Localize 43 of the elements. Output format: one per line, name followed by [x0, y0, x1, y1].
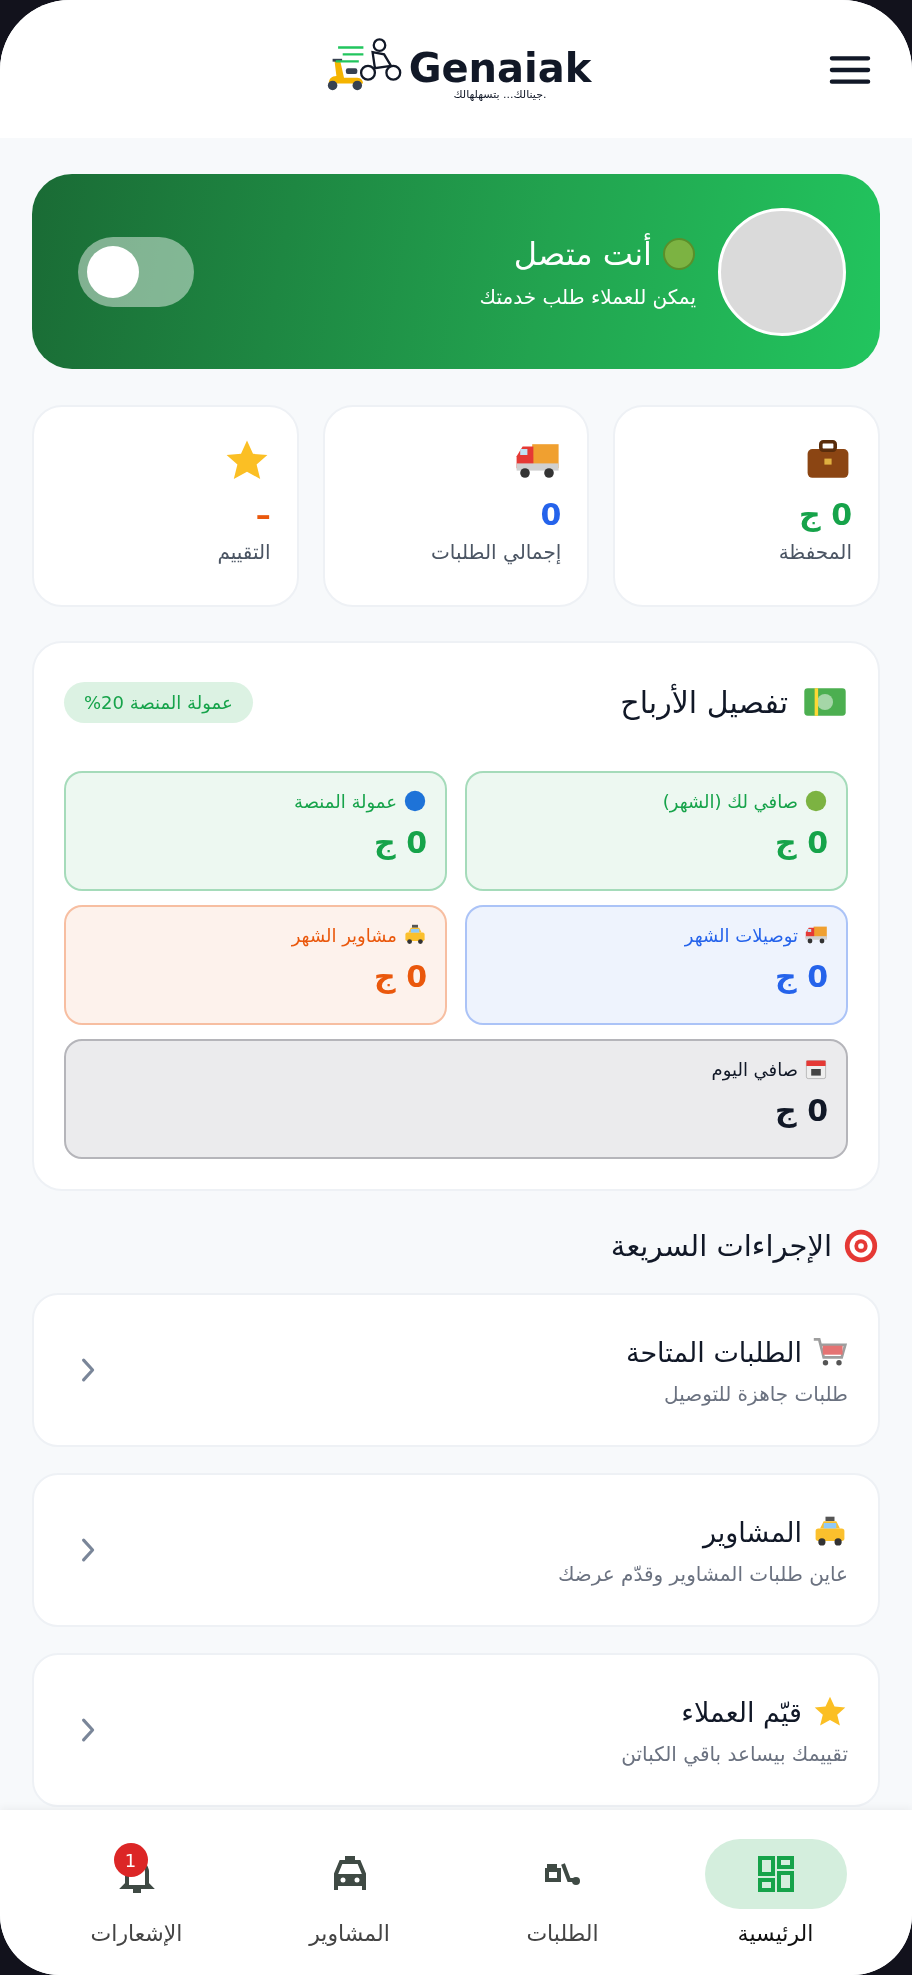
target-icon: [842, 1227, 880, 1265]
dot-icon: [804, 789, 828, 813]
stat-value: –: [255, 497, 271, 532]
tile-label: توصيلات الشهر: [684, 924, 798, 946]
tile-value: 0 ج: [374, 959, 427, 994]
notification-badge: 1: [113, 1843, 148, 1877]
stat-value: 0 ج: [799, 497, 852, 532]
tile-label: صافي اليوم: [711, 1058, 798, 1080]
nav-tab[interactable]: الرئيسية: [669, 1810, 882, 1975]
dot-icon: [403, 789, 427, 813]
commission-badge: عمولة المنصة 20%: [64, 681, 253, 723]
stat-label: إجمالي الطلبات: [431, 540, 562, 564]
taxi-icon: [403, 923, 427, 947]
nav-tab[interactable]: الطلبات: [456, 1810, 669, 1975]
tile-value: 0 ج: [775, 825, 828, 860]
quick-action-card[interactable]: قيّم العملاء تقييمك بيساعد باقي الكباتن: [32, 1653, 880, 1807]
action-subtitle: تقييمك بيساعد باقي الكباتن: [621, 1742, 848, 1766]
stat-value: 0: [540, 497, 562, 532]
quick-action-card[interactable]: المشاوير عاين طلبات المشاوير وقدّم عرضك: [32, 1473, 880, 1627]
action-title: المشاوير: [702, 1516, 802, 1548]
tile-label: عمولة المنصة: [294, 790, 397, 812]
nav-tab[interactable]: المشاوير: [243, 1810, 456, 1975]
tile-label: مشاوير الشهر: [291, 924, 397, 946]
tile-label: صافي لك (الشهر): [662, 790, 798, 812]
tile-value: 0 ج: [374, 825, 427, 860]
logo-tagline: جينالك... بتسهلهالك.: [453, 87, 547, 101]
grid-icon: [755, 1854, 796, 1894]
status-subtitle: يمكن للعملاء طلب خدمتك: [478, 284, 696, 309]
action-title: قيّم العملاء: [681, 1696, 802, 1728]
tile-value: 0 ج: [775, 959, 828, 994]
status-title: أنت متصل: [513, 234, 652, 273]
status-dot-icon: [662, 236, 696, 271]
action-subtitle: عاين طلبات المشاوير وقدّم عرضك: [557, 1562, 848, 1586]
calendar-icon: [804, 1057, 828, 1081]
quick-action-card[interactable]: الطلبات المتاحة طلبات جاهزة للتوصيل: [32, 1293, 880, 1447]
stat-label: المحفظة: [778, 540, 852, 564]
tile-value: 0 ج: [775, 1093, 828, 1128]
action-title: الطلبات المتاحة: [625, 1336, 802, 1368]
stat-label: التقييم: [217, 540, 271, 564]
action-subtitle: طلبات جاهزة للتوصيل: [663, 1382, 848, 1406]
section-title: تفصيل الأرباح: [620, 684, 788, 720]
logo-wordmark: Genaiak: [408, 47, 592, 88]
section-title: الإجراءات السريعة: [610, 1229, 832, 1263]
